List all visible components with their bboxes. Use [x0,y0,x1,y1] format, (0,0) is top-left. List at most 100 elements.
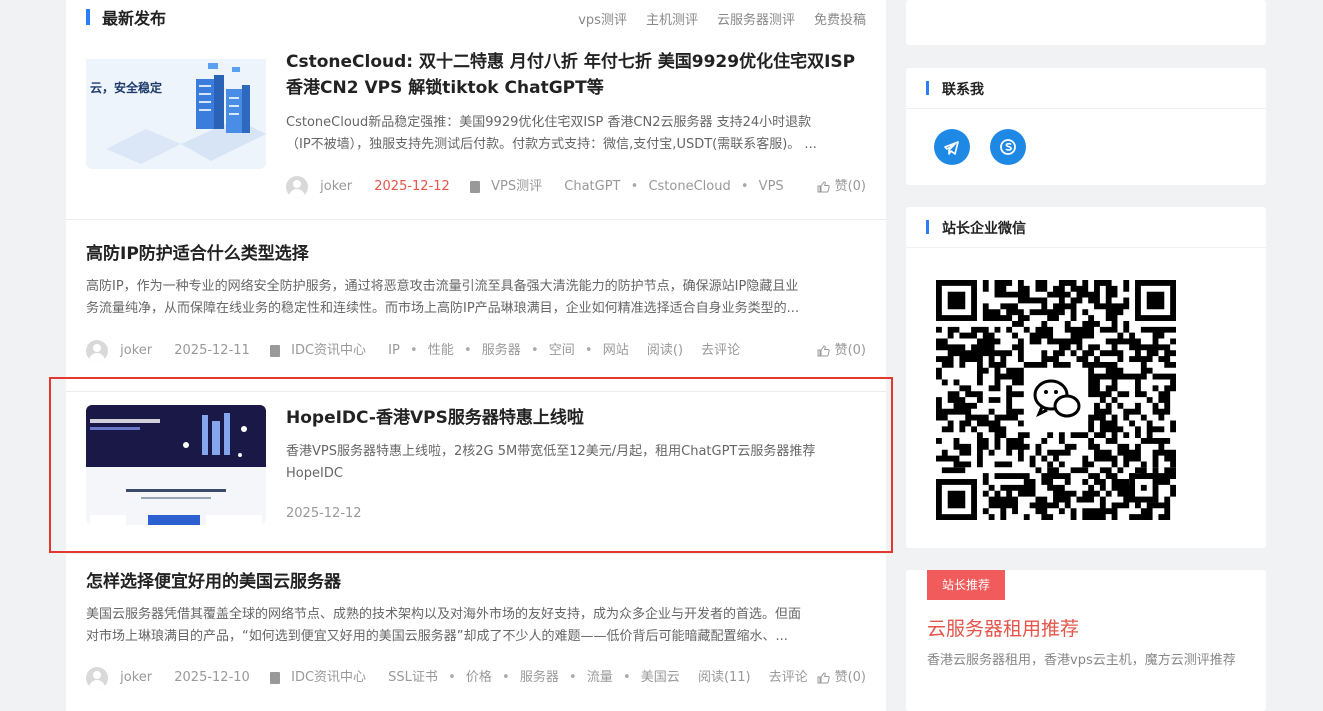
section-header: 最新发布 vps测评 主机测评 云服务器测评 免费投稿 [86,0,866,36]
section-link-cloud[interactable]: 云服务器测评 [717,9,795,28]
post-tag[interactable]: 美国云 [641,667,680,689]
server-illustration-image [86,49,266,169]
card-accent-bar [926,81,929,95]
like-count: 赞(0) [834,343,866,358]
card-header: 联系我 [926,68,1246,108]
tag-separator: • [584,343,593,358]
post-tag[interactable]: CstoneCloud [648,176,730,198]
like-button[interactable]: 赞(0) [817,176,866,199]
like-button[interactable]: 赞(0) [817,667,866,690]
wechat-card: 站长企业微信 [906,207,1266,548]
section-links: vps测评 主机测评 云服务器测评 免费投稿 [578,9,866,28]
post-tag[interactable]: 服务器 [520,667,559,689]
post-tag[interactable]: ChatGPT [564,176,620,198]
main-column: 最新发布 vps测评 主机测评 云服务器测评 免费投稿 云，安全稳定 Cston… [66,0,886,711]
post-divider [66,219,886,220]
post-title[interactable]: 怎样选择便宜好用的美国云服务器 [86,569,866,595]
section-accent-bar [86,9,90,25]
recommend-description: 香港云服务器租用，香港vps云主机，魔方云测评推荐 [927,653,1236,668]
post-tag[interactable]: 价格 [466,667,492,689]
post-category[interactable]: IDC资讯中心 [291,340,366,362]
post-item: 高防IP防护适合什么类型选择 高防IP，作为一种专业的网络安全防护服务，通过将恶… [86,241,866,371]
post-tag[interactable]: SSL证书 [388,667,438,689]
skype-button[interactable] [990,129,1026,165]
card-accent-bar [926,220,929,234]
post-tag[interactable]: VPS [759,176,784,198]
like-button[interactable]: 赞(0) [817,340,866,363]
comment-link[interactable]: 去评论 [701,340,740,362]
tag-separator: • [502,670,510,685]
tag-separator: • [530,343,539,358]
post-excerpt-line: CstoneCloud新品稳定强推：美国9929优化住宅双ISP 香港CN2云服… [286,115,812,130]
post-author[interactable]: joker [120,340,152,362]
post-author[interactable]: joker [120,667,152,689]
skype-icon [1000,139,1016,155]
tag-separator: • [569,670,577,685]
post-category[interactable]: VPS测评 [491,176,542,198]
post-tag[interactable]: 流量 [587,667,613,689]
post-excerpt: CstoneCloud新品稳定强推：美国9929优化住宅双ISP 香港CN2云服… [286,112,866,156]
telegram-button[interactable] [934,129,970,165]
post-meta: joker 2025-12-10 IDC资讯中心 SSL证书 • 价格 • 服务… [86,667,866,689]
thumbs-up-icon [817,672,830,684]
post-date: 2025-12-11 [174,343,250,358]
post-item: 怎样选择便宜好用的美国云服务器 美国云服务器凭借其覆盖全球的网络节点、成熟的技术… [86,569,866,699]
recommend-title[interactable]: 云服务器租用推荐 [927,614,1079,641]
contact-card: 联系我 [906,68,1266,185]
post-excerpt-line: （IP不被墙），独服支持先测试后付款。付款方式支持：微信,支付宝,USDT(需联… [286,137,817,152]
post-excerpt-line: 高防IP，作为一种专业的网络安全防护服务，通过将恶意攻击流量引流至具备强大清洗能… [86,279,799,294]
post-divider [66,553,886,554]
post-tag[interactable]: 网站 [603,340,629,362]
post-title[interactable]: 高防IP防护适合什么类型选择 [86,241,866,267]
card-title: 联系我 [942,82,984,98]
post-tag[interactable]: 服务器 [482,340,521,362]
post-meta: joker 2025-12-12 VPS测评 ChatGPT • CstoneC… [286,176,866,198]
tag-separator: • [410,343,418,358]
like-count: 赞(0) [834,179,866,194]
post-excerpt-line: 美国云服务器凭借其覆盖全球的网络节点、成熟的技术架构以及对海外市场的友好支持，成… [86,607,802,622]
avatar[interactable] [286,176,308,198]
tag-separator: • [740,179,749,194]
post-date: 2025-12-10 [174,670,250,685]
avatar[interactable] [86,340,108,362]
post-title-line[interactable]: 香港CN2 VPS 解锁tiktok ChatGPT等 [286,75,866,101]
section-link-submit[interactable]: 免费投稿 [814,9,866,28]
telegram-icon [944,141,959,155]
category-icon [469,181,480,193]
post-tag[interactable]: IP [388,340,400,362]
post-excerpt: 高防IP，作为一种专业的网络安全防护服务，通过将恶意攻击流量引流至具备强大清洗能… [86,276,866,320]
tag-separator: • [630,179,639,194]
section-title: 最新发布 [102,9,167,28]
post-excerpt-line: 务流量纯净，从而保障在线业务的稳定性和连续性。而市场上高防IP产品琳琅满目，企业… [86,301,800,316]
card-header: 站长企业微信 [926,207,1246,247]
card-divider [906,247,1266,248]
comment-link[interactable]: 去评论 [769,667,808,689]
section-link-vps[interactable]: vps测评 [578,9,627,28]
post-date: 2025-12-12 [374,179,450,194]
post-reads: 阅读() [646,343,684,358]
card-title: 站长企业微信 [942,221,1026,237]
avatar[interactable] [86,667,108,689]
tag-separator: • [448,670,456,685]
highlight-box [49,377,893,553]
post-tag[interactable]: 空间 [549,340,575,362]
tag-separator: • [622,670,631,685]
post-title-line[interactable]: CstoneCloud: 双十二特惠 月付八折 年付七折 美国9929优化住宅双… [286,49,866,75]
recommend-card: 站长推荐 云服务器租用推荐 香港云服务器租用，香港vps云主机，魔方云测评推荐 [906,570,1266,711]
post-author[interactable]: joker [320,176,352,198]
post-meta: joker 2025-12-11 IDC资讯中心 IP • 性能 • 服务器 •… [86,340,866,362]
post-item: 云，安全稳定 CstoneCloud: 双十二特惠 月付八折 年付七折 美国99… [86,49,866,209]
category-icon [269,672,280,684]
sidebar-card-top [906,0,1266,45]
wechat-qr-code [936,280,1176,520]
post-excerpt-line: 对市场上琳琅满目的产品，“如何选到便宜又好用的美国云服务器”却成了不少人的难题—… [86,629,788,644]
thumbnail-caption: 云，安全稳定 [90,81,163,95]
thumbs-up-icon [817,345,830,357]
post-reads: 阅读(11) [697,670,751,685]
tag-separator: • [463,343,472,358]
post-title[interactable]: CstoneCloud: 双十二特惠 月付八折 年付七折 美国9929优化住宅双… [286,49,866,101]
post-category[interactable]: IDC资讯中心 [291,667,366,689]
post-tag[interactable]: 性能 [428,340,454,362]
section-link-host[interactable]: 主机测评 [646,9,698,28]
post-thumbnail[interactable]: 云，安全稳定 [86,49,266,169]
